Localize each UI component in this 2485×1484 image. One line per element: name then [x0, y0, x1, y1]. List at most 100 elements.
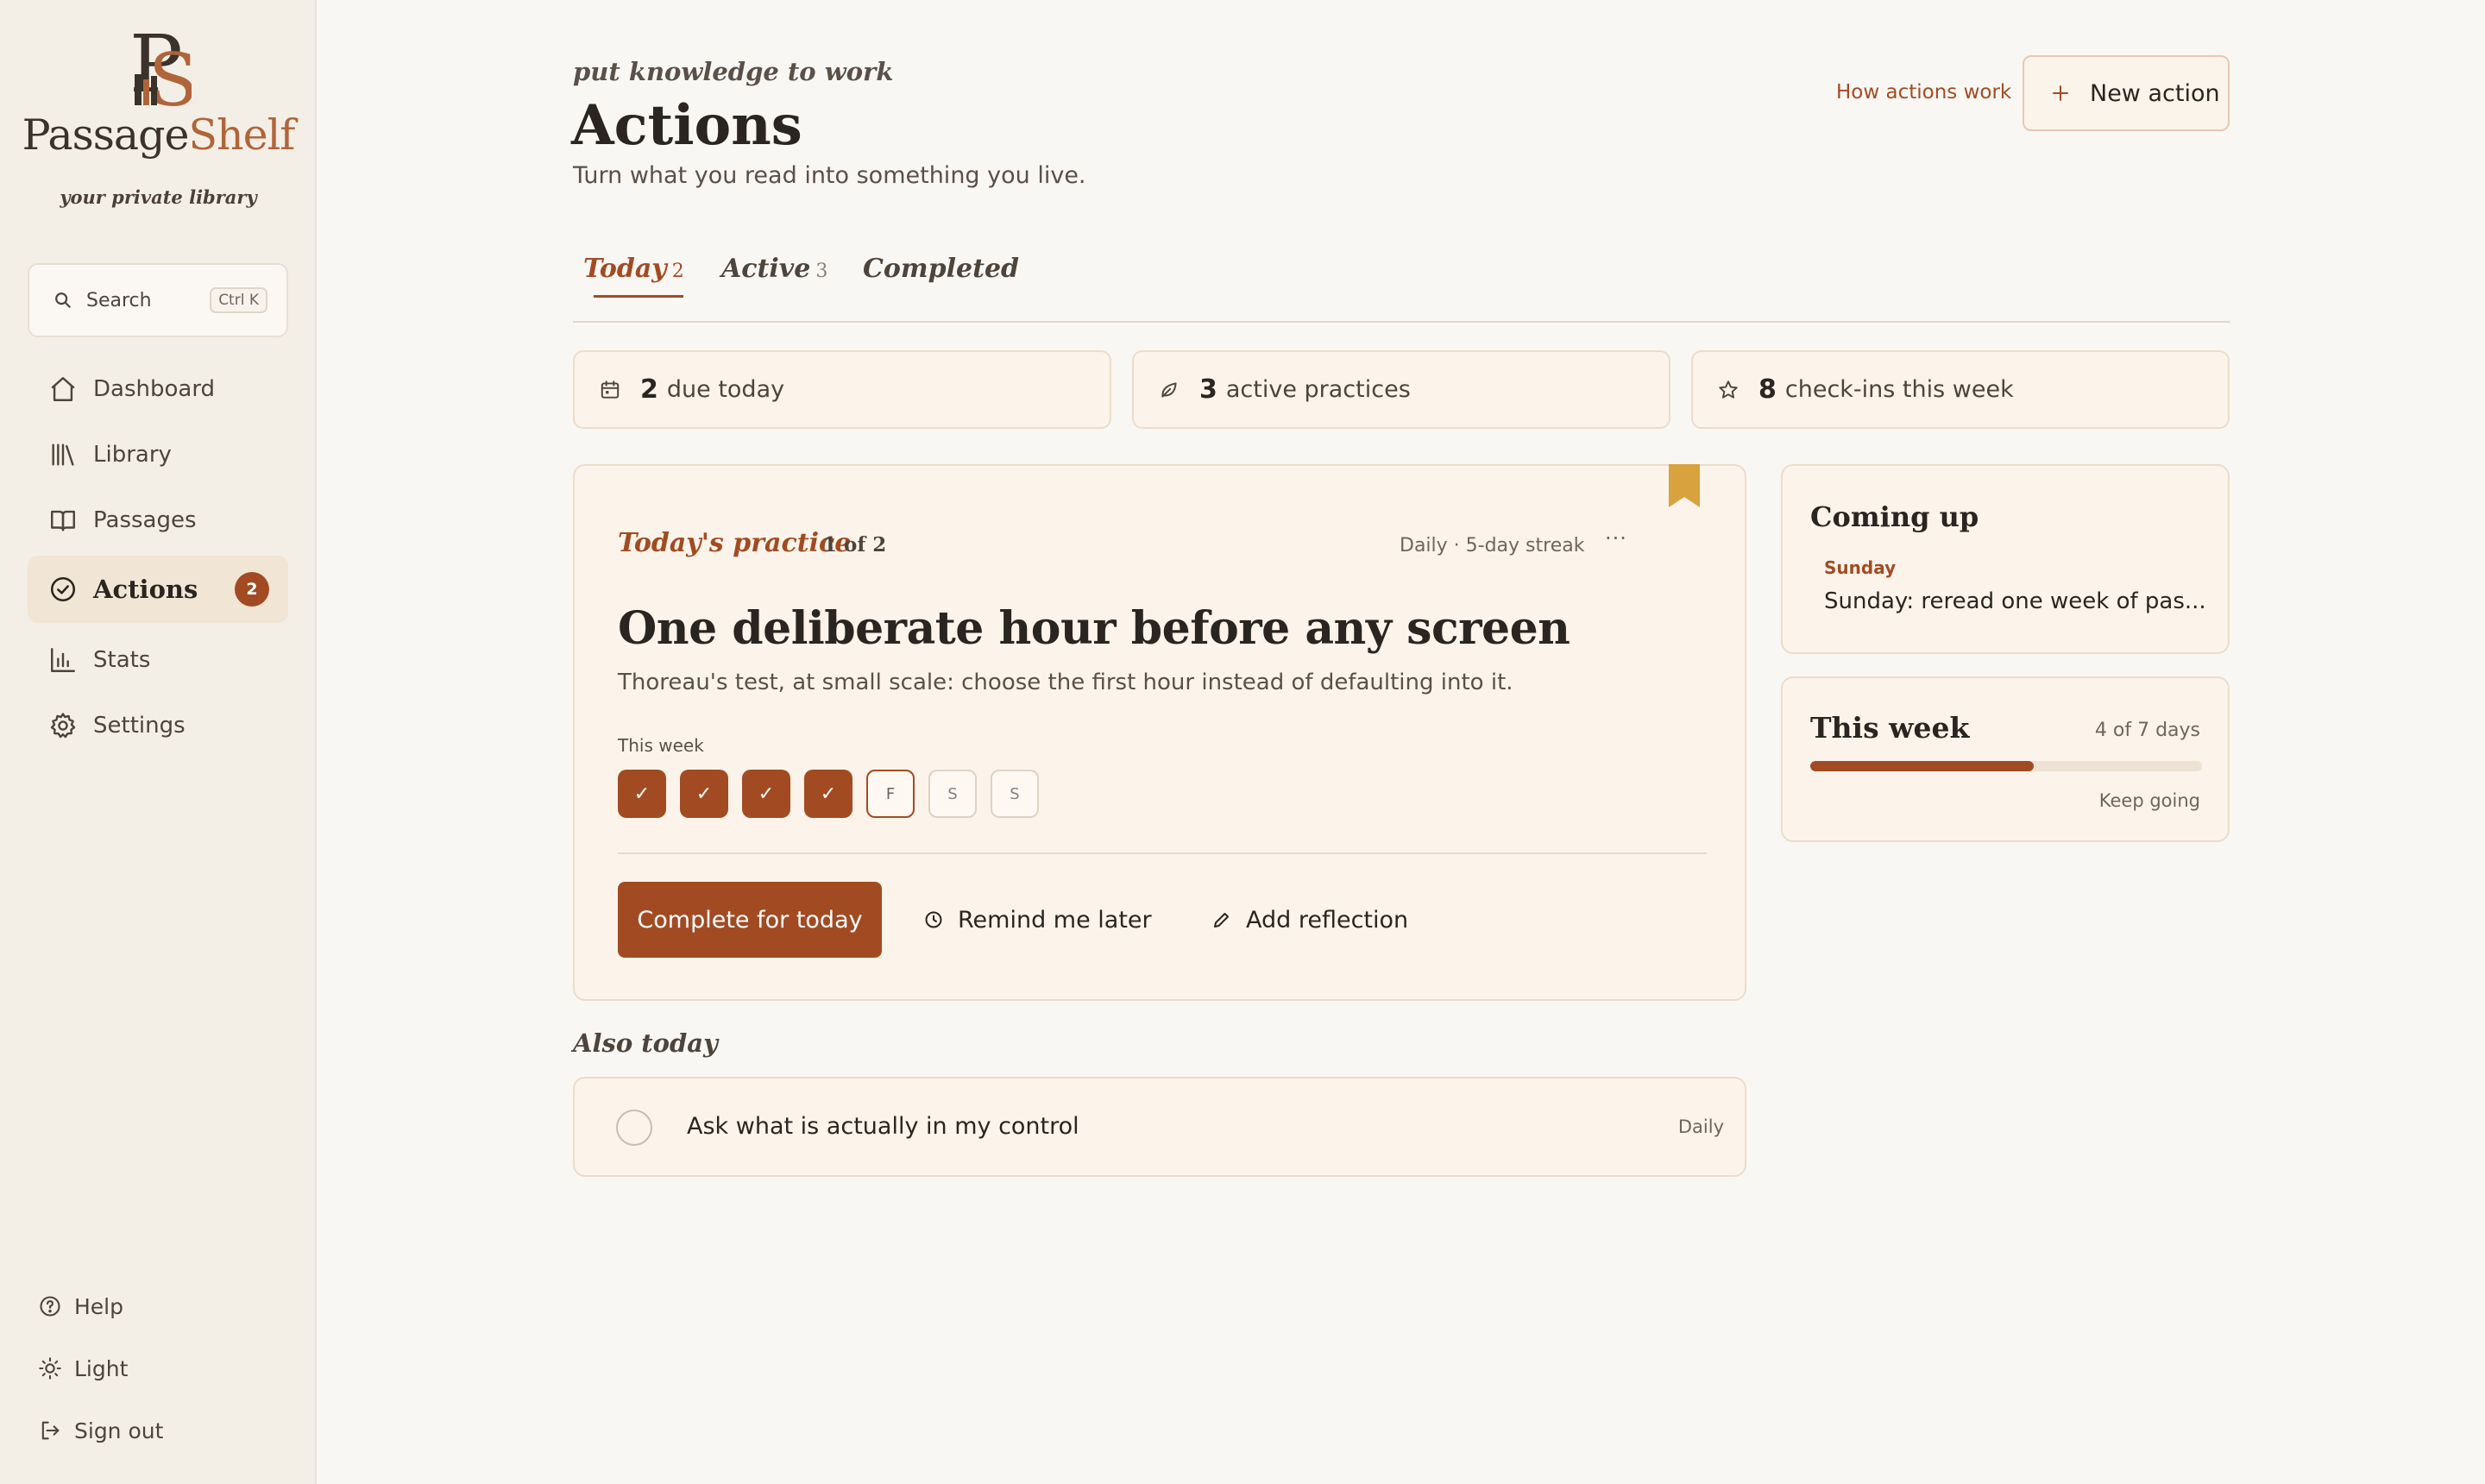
- gear-icon: [50, 713, 76, 739]
- coming-up-day: Sunday: [1824, 557, 1897, 578]
- practice-label: Today's practice: [618, 528, 852, 558]
- new-action-label: New action: [2090, 79, 2220, 107]
- new-action-button[interactable]: New action: [2023, 55, 2230, 131]
- home-icon: [51, 377, 75, 401]
- theme-label: Light: [74, 1355, 129, 1381]
- library-icon: [52, 443, 74, 466]
- sign-out-link[interactable]: Sign out: [38, 1399, 288, 1462]
- plus-icon: [2053, 85, 2068, 101]
- this-week-title: This week: [1810, 711, 1970, 745]
- add-reflection-button[interactable]: Add reflection: [1211, 882, 1408, 958]
- coming-up-card: Coming up Sunday Sunday: reread one week…: [1781, 464, 2230, 654]
- nav-label: Passages: [93, 507, 197, 533]
- day-cell[interactable]: ✓: [680, 770, 728, 818]
- list-item[interactable]: Ask what is actually in my control Daily: [573, 1077, 1746, 1177]
- bar-chart-icon: [51, 648, 75, 672]
- practice-position: 1 of 2: [823, 533, 887, 556]
- tab-completed[interactable]: Completed: [863, 254, 1019, 284]
- remind-label: Remind me later: [958, 906, 1152, 934]
- progress-bar: [1810, 761, 2202, 771]
- actions-count-badge: 2: [235, 572, 269, 607]
- nav-label: Actions: [93, 575, 198, 604]
- complete-for-today-button[interactable]: Complete for today: [618, 882, 882, 958]
- week-tracker: ✓ ✓ ✓ ✓ F S S: [618, 770, 1053, 818]
- page-subtitle: Turn what you read into something you li…: [573, 162, 1086, 189]
- search-box[interactable]: Search Ctrl K: [28, 263, 288, 337]
- stat-label: due today: [666, 376, 785, 403]
- stat-value: 8: [1758, 374, 1777, 405]
- bookmark-icon: [1669, 464, 1700, 507]
- logo-icon: P S: [129, 22, 192, 109]
- day-cell[interactable]: ✓: [804, 770, 852, 818]
- reflection-label: Add reflection: [1246, 906, 1409, 934]
- todays-practice-card: Today's practice 1 of 2 Daily · 5-day st…: [573, 464, 1746, 1001]
- theme-toggle[interactable]: Light: [38, 1337, 288, 1399]
- this-week-count: 4 of 7 days: [2094, 720, 2200, 741]
- also-today-heading: Also today: [573, 1028, 718, 1058]
- complete-checkbox[interactable]: [616, 1110, 652, 1146]
- page-eyebrow: put knowledge to work: [573, 57, 894, 86]
- brand-tagline: your private library: [60, 186, 257, 208]
- remind-later-button[interactable]: Remind me later: [923, 882, 1152, 958]
- nav-item-settings[interactable]: Settings: [28, 694, 288, 758]
- more-options-button[interactable]: ···: [1605, 526, 1627, 550]
- main-nav: Dashboard Library Passages Actions 2 Sta…: [28, 357, 288, 759]
- stat-active-practices: 3 active practices: [1132, 350, 1670, 429]
- nav-item-actions[interactable]: Actions 2: [28, 556, 288, 623]
- day-cell: S: [928, 770, 977, 818]
- tab-label: Active: [721, 254, 811, 284]
- search-shortcut: Ctrl K: [210, 287, 267, 313]
- this-week-note: Keep going: [2098, 790, 2200, 811]
- nav-item-library[interactable]: Library: [28, 423, 288, 487]
- leaf-icon: [1161, 381, 1177, 398]
- pencil-icon: [1214, 913, 1229, 928]
- nav-label: Settings: [93, 713, 186, 739]
- nav-item-passages[interactable]: Passages: [28, 488, 288, 552]
- day-cell: S: [991, 770, 1039, 818]
- stat-due-today: 2 due today: [573, 350, 1111, 429]
- sun-icon: [39, 1357, 61, 1380]
- sidebar: P S PassageShelf your private library Se…: [0, 0, 317, 1484]
- page-title: Actions: [571, 93, 802, 158]
- sign-out-label: Sign out: [74, 1418, 164, 1443]
- nav-label: Stats: [93, 647, 151, 673]
- practice-meta: Daily · 5-day streak: [1400, 535, 1585, 556]
- stat-value: 3: [1199, 374, 1217, 405]
- day-cell-today[interactable]: F: [866, 770, 915, 818]
- star-icon: [1719, 380, 1738, 399]
- stat-label: active practices: [1225, 376, 1411, 403]
- tab-count: 2: [671, 261, 684, 282]
- help-label: Help: [74, 1293, 123, 1319]
- help-link[interactable]: Help: [38, 1275, 288, 1337]
- tab-active[interactable]: Active 3: [721, 254, 827, 284]
- nav-item-stats[interactable]: Stats: [28, 628, 288, 692]
- tab-bar: Today 2 Active 3 Completed: [573, 254, 2230, 323]
- practice-description: Thoreau's test, at small scale: choose t…: [618, 670, 1513, 695]
- help-icon: [40, 1296, 60, 1317]
- day-cell[interactable]: ✓: [618, 770, 666, 818]
- search-label: Search: [86, 289, 152, 311]
- this-week-card: This week 4 of 7 days Keep going: [1781, 676, 2230, 842]
- nav-label: Dashboard: [93, 376, 216, 402]
- tab-label: Completed: [863, 254, 1020, 284]
- how-actions-work-link[interactable]: How actions work: [1836, 81, 2011, 104]
- stat-label: check-ins this week: [1784, 376, 2014, 403]
- sign-out-icon: [41, 1421, 60, 1440]
- brand-name: PassageShelf: [22, 110, 296, 160]
- practice-title: One deliberate hour before any screen: [618, 602, 1570, 655]
- coming-up-item[interactable]: Sunday: reread one week of pas...: [1824, 588, 2206, 614]
- nav-item-dashboard[interactable]: Dashboard: [28, 357, 288, 421]
- day-cell[interactable]: ✓: [742, 770, 790, 818]
- tab-today[interactable]: Today 2: [583, 254, 684, 298]
- stat-checkins: 8 check-ins this week: [1691, 350, 2230, 429]
- check-circle-icon: [50, 576, 76, 602]
- stat-value: 2: [640, 374, 658, 405]
- week-label: This week: [618, 735, 704, 756]
- coming-up-title: Coming up: [1810, 500, 1979, 533]
- bottom-nav: Help Light Sign out: [38, 1275, 288, 1462]
- progress-fill: [1810, 761, 2034, 771]
- action-title: Ask what is actually in my control: [687, 1113, 1079, 1140]
- tab-count: 3: [815, 261, 828, 282]
- nav-label: Library: [93, 442, 172, 468]
- divider: [618, 852, 1707, 854]
